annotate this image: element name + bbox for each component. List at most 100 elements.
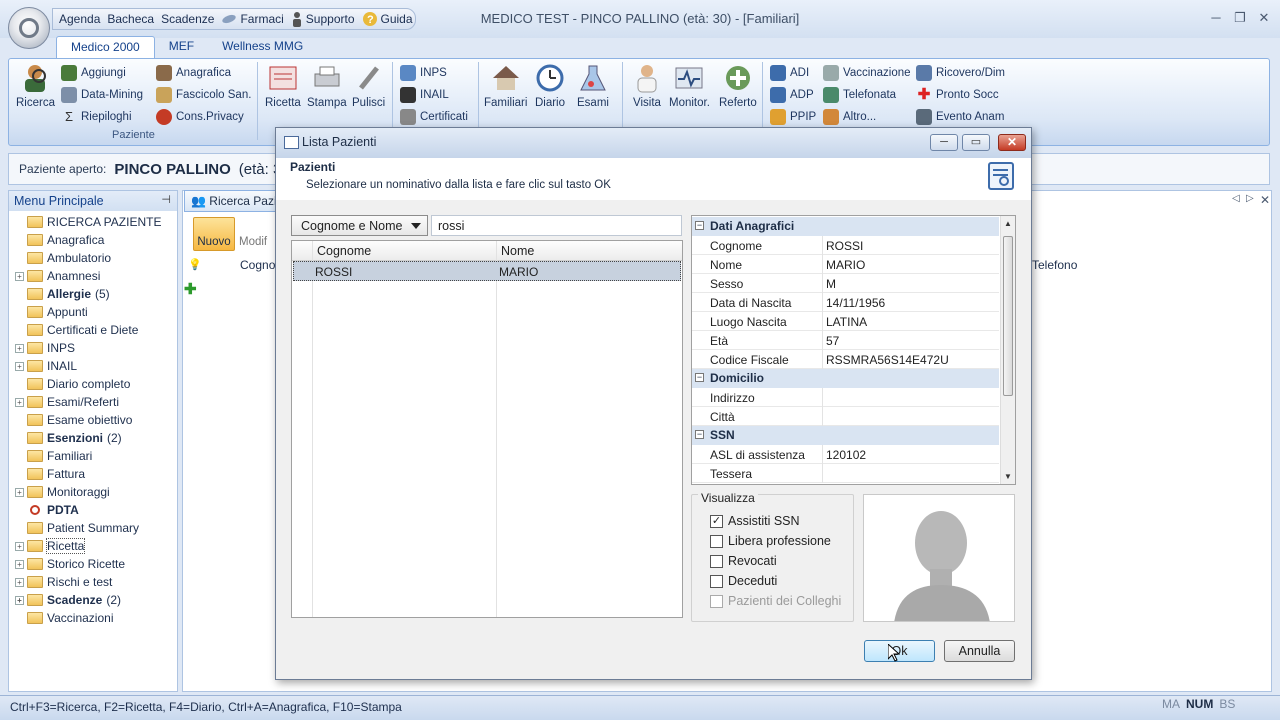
property-row[interactable]: Età 57 [692,331,999,350]
menu-item[interactable]: + INPS [15,339,75,357]
checkbox-option[interactable]: Revocati [710,554,777,568]
menu-item[interactable]: + Anamnesi [15,267,100,285]
tab-scroll-right-icon[interactable]: ▷ [1246,193,1254,204]
altro-button[interactable]: Altro... [823,109,876,125]
ricerca-button[interactable]: Ricerca [16,62,55,109]
qat-supporto[interactable]: Supporto [291,11,355,27]
pronto-soccorso-button[interactable]: ✚ Pronto Socc [916,87,999,103]
property-row[interactable]: Tessera [692,464,999,483]
checkbox-option[interactable]: Libera professione [710,534,831,548]
add-icon[interactable]: ✚ [184,280,197,298]
monitor-button[interactable]: Monitor. [669,62,710,109]
familiari-button[interactable]: Familiari [484,62,527,109]
qat-guida[interactable]: ? Guida [362,11,413,27]
search-mode-select[interactable]: Cognome e Nome [291,215,428,236]
menu-item[interactable]: + Ricetta [15,537,86,555]
col-header-cognome[interactable]: Cognome [312,241,496,261]
property-row[interactable]: ASL di assistenza 120102 [692,445,999,464]
checkbox-option[interactable]: ✓ Assistiti SSN [710,514,800,528]
menu-item[interactable]: + Esami/Referti [15,393,119,411]
inps-button[interactable]: INPS [400,65,447,81]
collapse-icon[interactable]: − [695,221,704,230]
checkbox-option[interactable]: Deceduti [710,574,777,588]
restore-button[interactable]: ❐ [1230,10,1250,26]
property-scrollbar[interactable]: ▲ ▼ [1000,216,1015,484]
annulla-button[interactable]: Annulla [944,640,1015,662]
expand-icon[interactable]: + [15,361,24,371]
col-cognome-partial[interactable]: Cogno [240,258,275,272]
app-menu-button[interactable] [8,7,50,49]
pulisci-button[interactable]: Pulisci [352,62,385,109]
tab-mef[interactable]: MEF [155,36,208,58]
scroll-up-icon[interactable]: ▲ [1004,219,1012,228]
tab-ricerca-pazienti[interactable]: 👥 Ricerca Pazi [184,190,276,212]
qat-farmaci[interactable]: Farmaci [221,12,284,26]
vaccinazione-button[interactable]: Vaccinazione [823,65,911,81]
tab-wellness-mmg[interactable]: Wellness MMG [208,36,317,58]
dialog-minimize-button[interactable]: ─ [930,134,958,151]
scroll-thumb[interactable] [1003,236,1013,396]
modifica-button[interactable]: Modif [239,236,267,248]
menu-item[interactable]: Appunti [15,303,88,321]
aggiungi-button[interactable]: Aggiungi [61,65,126,81]
certificati-button[interactable]: Certificati [400,109,468,125]
category-ssn[interactable]: − SSN [692,426,999,445]
col-header-nome[interactable]: Nome [496,241,682,261]
menu-item[interactable]: Ambulatorio [15,249,111,267]
ricetta-button[interactable]: Ricetta [265,62,301,109]
adp-button[interactable]: ADP [770,87,814,103]
visita-button[interactable]: Visita [631,62,663,109]
qat-agenda[interactable]: Agenda [59,12,100,26]
menu-item[interactable]: + Storico Ricette [15,555,125,573]
checkbox[interactable] [710,534,723,548]
property-row[interactable]: Cognome ROSSI [692,236,999,255]
menu-item[interactable]: Esame obiettivo [15,411,132,429]
dialog-maximize-button[interactable]: ▭ [962,134,990,151]
property-row[interactable]: Città [692,407,999,426]
inail-button[interactable]: INAIL [400,87,449,103]
esami-button[interactable]: Esami [577,62,609,109]
cons-privacy-button[interactable]: Cons.Privacy [156,109,244,125]
menu-item[interactable]: Diario completo [15,375,130,393]
expand-icon[interactable]: + [15,397,24,407]
dialog-close-button[interactable]: ✕ [998,134,1026,151]
menu-item[interactable]: RICERCA PAZIENTE [15,213,161,231]
property-row[interactable]: Codice Fiscale RSSMRA56S14E472U [692,350,999,369]
telefonata-button[interactable]: Telefonata [823,87,896,103]
expand-icon[interactable]: + [15,559,24,569]
collapse-icon[interactable]: − [695,430,704,439]
property-row[interactable]: Luogo Nascita LATINA [692,312,999,331]
checkbox[interactable]: ✓ [710,514,723,528]
property-row[interactable]: Nome MARIO [692,255,999,274]
menu-item[interactable]: Certificati e Diete [15,321,138,339]
nuovo-button[interactable]: Nuovo [193,217,235,251]
qat-scadenze[interactable]: Scadenze [161,12,214,26]
category-domicilio[interactable]: − Domicilio [692,369,999,388]
expand-icon[interactable]: + [15,487,24,497]
menu-item[interactable]: + Scadenze (2) [15,591,121,609]
fascicolo-button[interactable]: Fascicolo San. [156,87,251,103]
menu-item[interactable]: Patient Summary [15,519,139,537]
table-row[interactable]: ROSSI MARIO [293,261,681,281]
menu-item[interactable]: + INAIL [15,357,77,375]
adi-button[interactable]: ADI [770,65,809,81]
data-mining-button[interactable]: Data-Mining [61,87,143,103]
anagrafica-button[interactable]: Anagrafica [156,65,231,81]
menu-item[interactable]: PDTA [15,501,79,519]
qat-bacheca[interactable]: Bacheca [107,12,154,26]
pin-icon[interactable]: ⊣ [161,193,171,206]
expand-icon[interactable]: + [15,577,24,587]
expand-icon[interactable]: + [15,595,24,605]
ppip-button[interactable]: PPIP [770,109,816,125]
search-input[interactable]: rossi [431,215,682,236]
tab-scroll-left-icon[interactable]: ◁ [1232,193,1240,204]
ricovero-button[interactable]: Ricovero/Dim [916,65,1005,81]
riepiloghi-button[interactable]: Σ Riepiloghi [61,109,132,125]
evento-anamnesi-button[interactable]: Evento Anam [916,109,1004,125]
property-row[interactable]: Data di Nascita 14/11/1956 [692,293,999,312]
stampa-button[interactable]: Stampa [307,62,347,109]
expand-icon[interactable]: + [15,541,24,551]
diario-button[interactable]: Diario [534,62,566,109]
tab-close-icon[interactable]: ✕ [1260,193,1270,207]
property-row[interactable]: Sesso M [692,274,999,293]
